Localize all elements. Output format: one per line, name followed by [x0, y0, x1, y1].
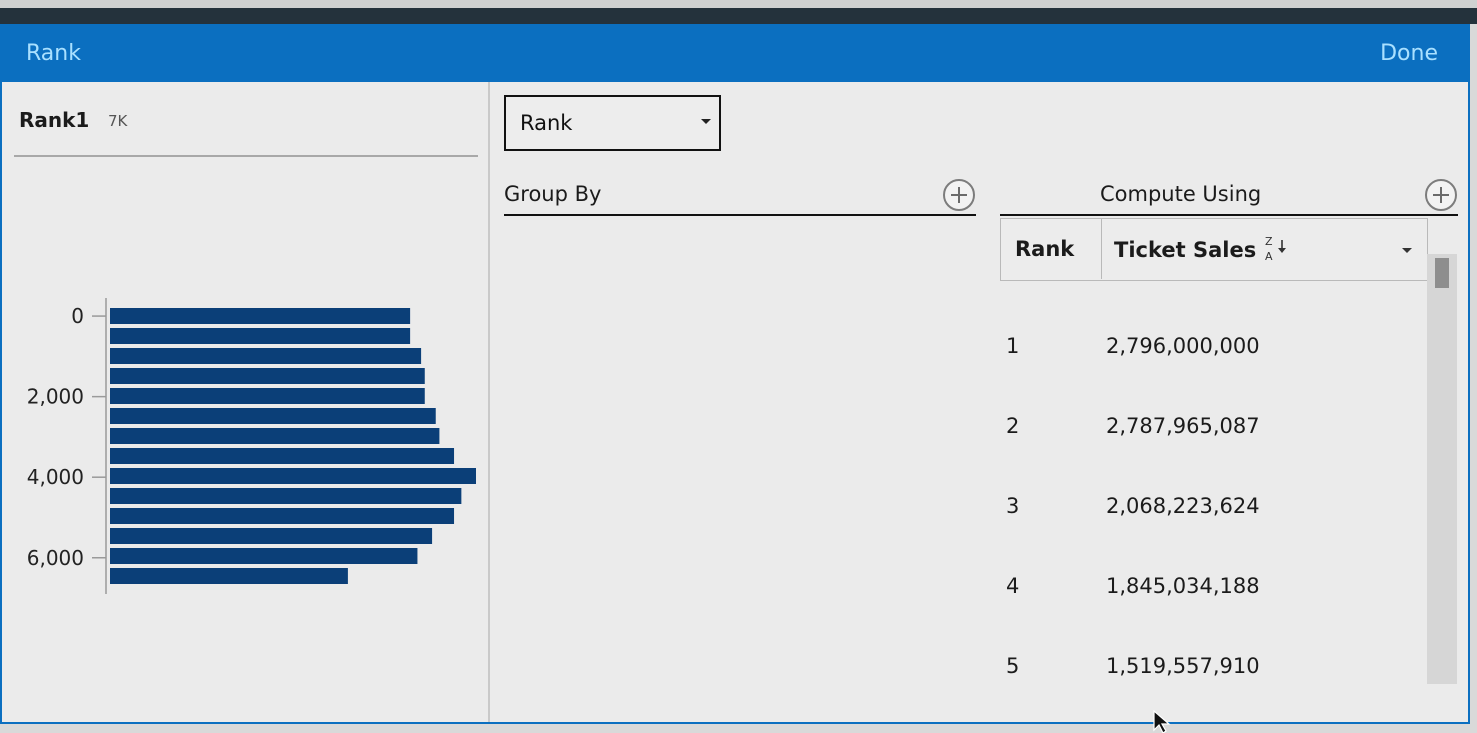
window-top-strip: [0, 0, 1477, 8]
histogram-bar[interactable]: [110, 488, 462, 504]
histogram-bar[interactable]: [110, 388, 425, 404]
scrollbar-thumb[interactable]: [1435, 258, 1449, 288]
histogram-bar[interactable]: [110, 428, 440, 444]
field-profile-pane: Rank1 7K 0 2,000 4,000 6,000: [2, 82, 490, 722]
table-row: 1 2,796,000,000: [1000, 308, 1428, 388]
cell-rank: 4: [1006, 574, 1020, 598]
histogram-bar[interactable]: [110, 408, 436, 424]
rank-histogram: 0 2,000 4,000 6,000: [27, 298, 476, 594]
histogram-bar[interactable]: [110, 508, 455, 524]
table-row: 2 2,787,965,087: [1000, 388, 1428, 468]
histogram-bar[interactable]: [110, 308, 411, 324]
column-header-ticket-sales[interactable]: Ticket Sales Z A: [1102, 219, 1426, 279]
histogram-tick-label: 0: [71, 304, 84, 328]
compute-using-divider: [1000, 214, 1458, 216]
function-select-value: Rank: [520, 111, 573, 135]
histogram-bar[interactable]: [110, 368, 425, 384]
cell-rank: 3: [1006, 494, 1020, 518]
function-select[interactable]: Rank: [504, 95, 721, 151]
table-row: 3 2,068,223,624: [1000, 468, 1428, 548]
histogram-bar[interactable]: [110, 528, 433, 544]
table-row: 4 1,845,034,188: [1000, 548, 1428, 628]
histogram-bar[interactable]: [110, 348, 422, 364]
cell-rank: 2: [1006, 414, 1020, 438]
group-by-divider: [504, 214, 976, 216]
add-group-by-button[interactable]: [943, 179, 975, 211]
compute-using-label: Compute Using: [1100, 182, 1262, 206]
table-row: 5 1,519,557,910: [1000, 628, 1428, 708]
add-compute-using-button[interactable]: [1425, 179, 1457, 211]
histogram-tick-label: 6,000: [27, 546, 84, 570]
cell-ticket-sales: 2,796,000,000: [1106, 334, 1260, 358]
cell-ticket-sales: 1,845,034,188: [1106, 574, 1260, 598]
chevron-down-icon[interactable]: [1402, 248, 1412, 253]
cell-ticket-sales: 1,519,557,910: [1106, 654, 1260, 678]
rank-dialog: Rank Done Rank1 7K 0 2,000 4,000 6,000 Rank…: [0, 24, 1470, 724]
histogram-bar[interactable]: [110, 448, 455, 464]
window-top-bar: [0, 8, 1477, 24]
table-header: Rank Ticket Sales Z A: [1000, 218, 1428, 281]
column-header-rank: Rank: [1001, 219, 1102, 279]
cell-rank: 5: [1006, 654, 1020, 678]
histogram-bar[interactable]: [110, 328, 411, 344]
svg-text:A: A: [1265, 250, 1273, 263]
cell-ticket-sales: 2,787,965,087: [1106, 414, 1260, 438]
dialog-titlebar: Rank Done: [2, 26, 1468, 82]
cell-rank: 1: [1006, 334, 1020, 358]
column-header-ticket-sales-label: Ticket Sales: [1114, 238, 1257, 262]
chevron-down-icon: [701, 119, 711, 124]
histogram-tick-label: 2,000: [27, 385, 84, 409]
field-name: Rank1: [19, 108, 90, 132]
svg-text:Z: Z: [1265, 235, 1273, 248]
compute-using-table: Rank Ticket Sales Z A 1 2,796,000,000 2 …: [1000, 218, 1428, 714]
cell-ticket-sales: 2,068,223,624: [1106, 494, 1260, 518]
done-button[interactable]: Done: [1380, 41, 1438, 66]
histogram-bar[interactable]: [110, 568, 348, 584]
histogram-tick-label: 4,000: [27, 465, 84, 489]
table-scrollbar[interactable]: [1427, 254, 1457, 684]
histogram-bar[interactable]: [110, 548, 418, 564]
histogram-bar[interactable]: [110, 468, 476, 484]
field-count: 7K: [108, 112, 128, 130]
column-header-rank-label: Rank: [1015, 237, 1075, 261]
sort-descending-icon[interactable]: Z A: [1262, 234, 1292, 264]
dialog-title: Rank: [26, 41, 81, 66]
group-by-label: Group By: [504, 182, 602, 206]
mouse-pointer-icon: [1153, 710, 1171, 733]
